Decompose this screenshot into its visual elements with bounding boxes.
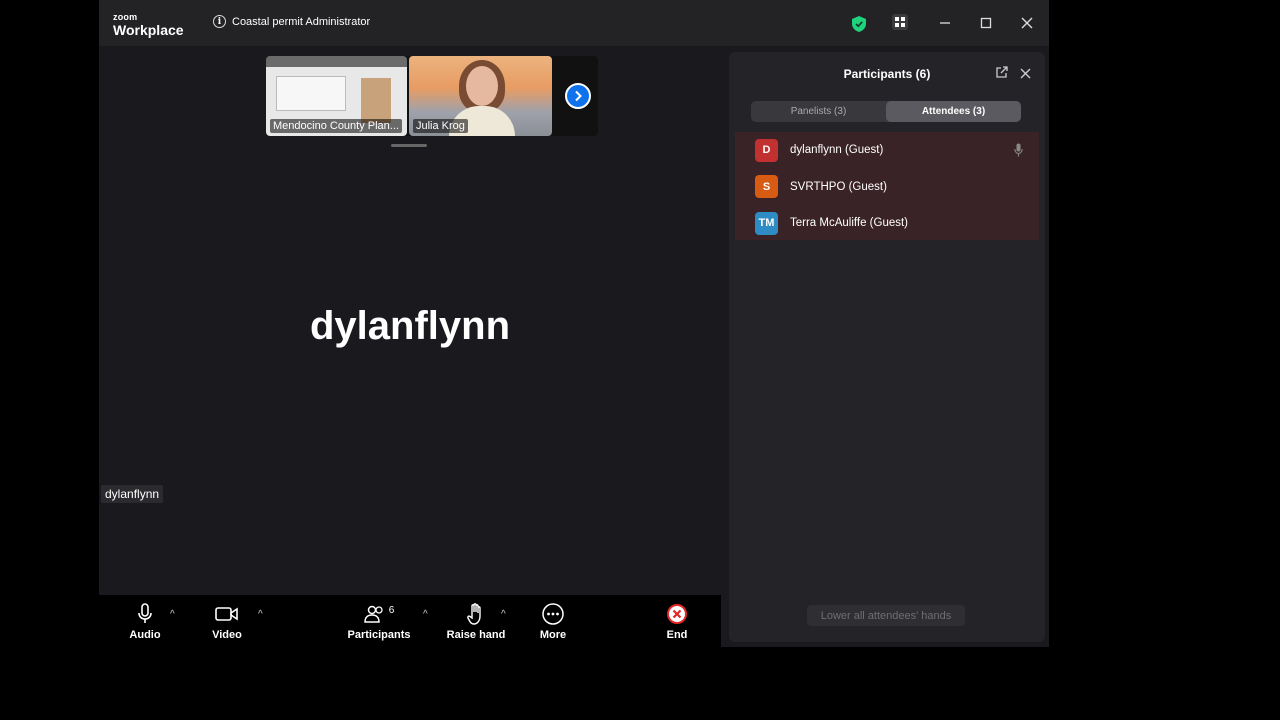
attendee-name: SVRTHPO (Guest): [790, 180, 887, 193]
meeting-controls-bar: Audio ^ Video ^ 6 Participants ^ Raise h…: [99, 595, 721, 647]
participant-tabs: Panelists (3) Attendees (3): [751, 101, 1021, 122]
thumbnail-label: Julia Krog: [413, 119, 468, 133]
more-icon: [518, 603, 588, 625]
participants-button[interactable]: 6 Participants: [344, 603, 414, 642]
microphone-icon[interactable]: [1014, 143, 1023, 160]
thumbnail-label: Mendocino County Plan...: [270, 119, 402, 133]
participants-icon: 6: [344, 603, 414, 625]
minimize-icon[interactable]: [937, 15, 953, 31]
video-thumbnail-room[interactable]: Mendocino County Plan...: [266, 56, 407, 136]
tab-attendees[interactable]: Attendees (3): [886, 101, 1021, 122]
title-bar: zoom Workplace i Coastal permit Administ…: [99, 0, 1049, 46]
pop-out-icon[interactable]: [995, 66, 1008, 84]
video-button[interactable]: Video: [192, 603, 262, 641]
zoom-workplace-logo: zoom Workplace: [113, 12, 184, 38]
tab-panelists[interactable]: Panelists (3): [751, 101, 886, 122]
attendee-name: dylanflynn (Guest): [790, 144, 884, 157]
avatar: D: [755, 138, 778, 162]
list-item[interactable]: TM Terra McAuliffe (Guest): [735, 205, 1039, 242]
raise-hand-options-caret[interactable]: ^: [501, 609, 506, 620]
speaker-name-tag: dylanflynn: [101, 485, 164, 503]
video-thumbnail-julia[interactable]: Julia Krog: [409, 56, 552, 136]
meeting-stage: Mendocino County Plan... Julia Krog dyla…: [99, 46, 721, 595]
attendee-name: Terra McAuliffe (Guest): [790, 217, 909, 230]
info-icon: i: [213, 15, 226, 28]
active-speaker-name: dylanflynn: [309, 304, 511, 348]
close-icon[interactable]: [1019, 15, 1035, 31]
video-options-caret[interactable]: ^: [258, 609, 263, 620]
end-button[interactable]: End: [642, 603, 712, 641]
end-meeting-icon: [642, 603, 712, 625]
encryption-shield-icon[interactable]: [852, 16, 866, 37]
thumbnail-drag-handle[interactable]: [391, 144, 427, 147]
audio-options-caret[interactable]: ^: [170, 609, 175, 620]
list-item[interactable]: D dylanflynn (Guest): [735, 132, 1039, 169]
participants-panel: Participants (6) Panelists (3) Attendees…: [729, 52, 1045, 642]
door-graphic: [361, 78, 391, 123]
next-page-button[interactable]: [565, 83, 591, 109]
whiteboard-graphic: [276, 76, 346, 111]
video-camera-icon: [192, 603, 262, 625]
participants-options-caret[interactable]: ^: [423, 609, 428, 620]
video-thumbnail-strip: Mendocino County Plan... Julia Krog: [266, 56, 598, 136]
lower-all-hands-button[interactable]: Lower all attendees' hands: [807, 605, 965, 626]
meeting-info-button[interactable]: i Coastal permit Administrator: [213, 15, 370, 28]
panel-close-icon[interactable]: [1020, 66, 1031, 84]
avatar: TM: [755, 211, 778, 235]
zoom-window: zoom Workplace i Coastal permit Administ…: [99, 0, 1049, 647]
view-layout-icon[interactable]: [891, 13, 909, 31]
panel-title: Participants (6): [843, 67, 931, 81]
chevron-right-icon: [575, 90, 582, 102]
list-item[interactable]: S SVRTHPO (Guest): [735, 169, 1039, 206]
participants-count: 6: [388, 604, 395, 616]
meeting-title: Coastal permit Administrator: [232, 15, 371, 28]
maximize-icon[interactable]: [978, 15, 994, 31]
avatar: S: [755, 175, 778, 199]
more-button[interactable]: More: [518, 603, 588, 641]
attendee-list: D dylanflynn (Guest) S SVRTHPO (Guest) T…: [735, 132, 1039, 240]
